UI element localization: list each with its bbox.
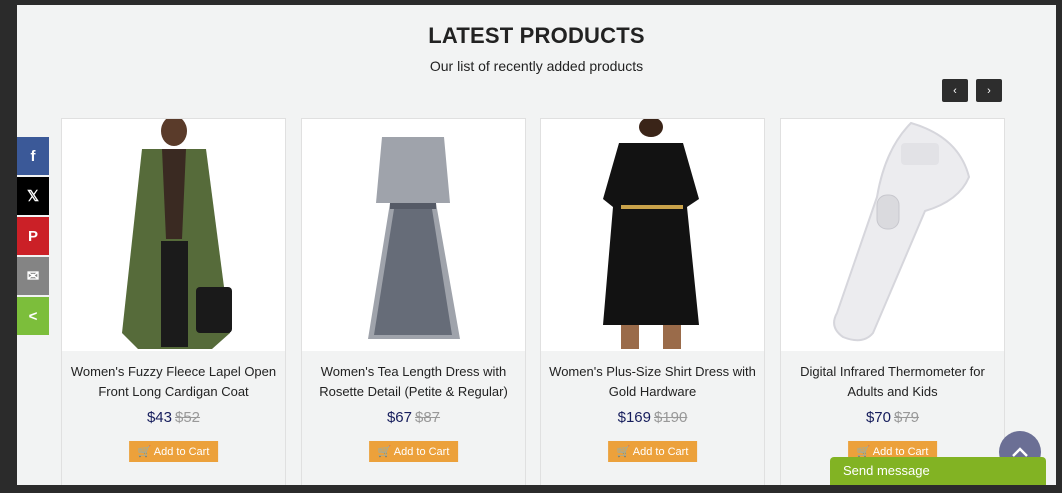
product-card[interactable]: Women's Fuzzy Fleece Lapel Open Front Lo…	[61, 118, 286, 485]
product-name[interactable]: Women's Tea Length Dress with Rosette De…	[310, 362, 517, 402]
carousel-prev-button[interactable]: ‹	[942, 79, 968, 102]
cart-icon: 🛒	[137, 446, 154, 458]
product-card[interactable]: Women's Tea Length Dress with Rosette De…	[301, 118, 526, 485]
product-image[interactable]	[541, 119, 764, 351]
twitter-share-icon[interactable]: 𝕏	[17, 177, 49, 215]
old-price: $87	[415, 409, 441, 426]
carousel-next-button[interactable]: ›	[976, 79, 1002, 102]
products-section: LATEST PRODUCTS Our list of recently add…	[17, 5, 1056, 485]
product-price: $70 $79	[781, 409, 1004, 426]
product-price: $43 $52	[62, 409, 285, 426]
current-price: $43	[146, 409, 172, 426]
product-card[interactable]: Digital Infrared Thermometer for Adults …	[780, 118, 1005, 485]
cart-icon: 🛒	[616, 446, 633, 458]
product-price: $67 $87	[302, 409, 525, 426]
send-message-button[interactable]: Send message	[830, 457, 1046, 485]
pinterest-share-icon[interactable]: P	[17, 217, 49, 255]
old-price: $52	[175, 409, 201, 426]
add-to-cart-button[interactable]: 🛒 Add to Cart	[368, 441, 459, 462]
old-price: $79	[894, 409, 920, 426]
old-price: $190	[654, 409, 688, 426]
product-price: $169 $190	[541, 409, 764, 426]
email-share-icon[interactable]: ✉	[17, 257, 49, 295]
product-image[interactable]	[781, 119, 1004, 351]
current-price: $169	[617, 409, 651, 426]
add-to-cart-button[interactable]: 🛒 Add to Cart	[128, 441, 219, 462]
product-image[interactable]	[302, 119, 525, 351]
chevron-up-icon	[1012, 447, 1028, 457]
share-icon[interactable]: <	[17, 297, 49, 335]
product-image[interactable]	[62, 119, 285, 351]
add-to-cart-button[interactable]: 🛒 Add to Cart	[607, 441, 698, 462]
current-price: $70	[865, 409, 891, 426]
section-title: LATEST PRODUCTS	[428, 23, 645, 48]
facebook-share-icon[interactable]: f	[17, 137, 49, 175]
section-subtitle: Our list of recently added products	[429, 58, 644, 74]
product-card[interactable]: Women's Plus-Size Shirt Dress with Gold …	[540, 118, 765, 485]
product-name[interactable]: Women's Plus-Size Shirt Dress with Gold …	[549, 362, 756, 402]
current-price: $67	[386, 409, 412, 426]
product-name[interactable]: Women's Fuzzy Fleece Lapel Open Front Lo…	[70, 362, 277, 402]
product-name[interactable]: Digital Infrared Thermometer for Adults …	[789, 362, 996, 402]
cart-icon: 🛒	[377, 446, 394, 458]
